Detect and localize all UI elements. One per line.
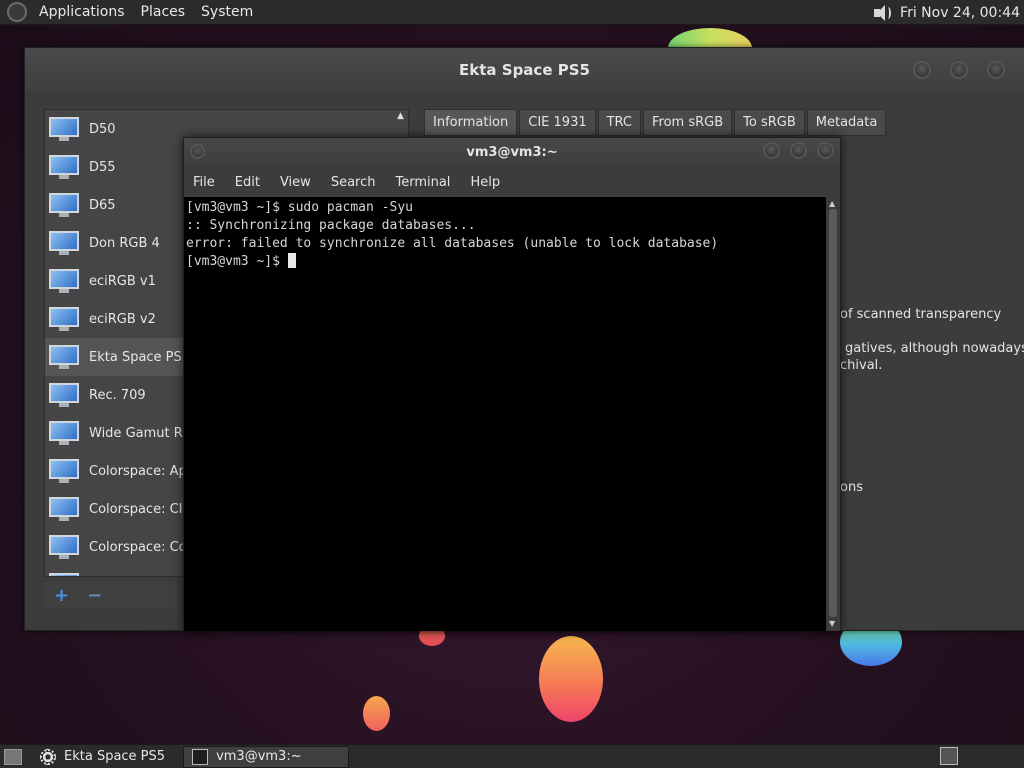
terminal-prompt: [vm3@vm3 ~]$ xyxy=(186,254,288,269)
maximize-button[interactable] xyxy=(790,142,807,159)
maximize-button[interactable] xyxy=(950,61,968,79)
monitor-icon xyxy=(48,267,80,295)
terminal-icon xyxy=(192,748,209,765)
terminal-scrollbar[interactable]: ▲ ▼ xyxy=(826,197,840,631)
text-cursor xyxy=(287,253,296,268)
show-desktop-icon[interactable] xyxy=(4,748,22,765)
taskbar-item-ekta[interactable]: Ekta Space PS5 xyxy=(32,746,173,768)
monitor-icon xyxy=(48,419,80,447)
taskbar-item-label: Ekta Space PS5 xyxy=(64,749,166,764)
menu-applications[interactable]: Applications xyxy=(35,4,129,20)
scrollbar-thumb[interactable] xyxy=(829,209,837,617)
monitor-icon xyxy=(48,343,80,371)
monitor-icon xyxy=(48,457,80,485)
top-panel: Applications Places System Fri Nov 24, 0… xyxy=(0,0,1024,25)
terminal-titlebar[interactable]: vm3@vm3:~ xyxy=(184,138,840,167)
tab-to-srgb[interactable]: To sRGB xyxy=(734,109,805,136)
info-text: gatives, although nowadays xyxy=(845,341,1024,356)
terminal-prompt-line: [vm3@vm3 ~]$ xyxy=(186,253,826,271)
bottom-panel: Ekta Space PS5 vm3@vm3:~ xyxy=(0,744,1024,768)
terminal-window: vm3@vm3:~ File Edit View Search Terminal… xyxy=(183,137,841,631)
scroll-up-arrow-icon[interactable]: ▲ xyxy=(829,199,835,208)
menu-file[interactable]: File xyxy=(193,175,215,190)
clock[interactable]: Fri Nov 24, 00:44 xyxy=(900,5,1020,21)
tab-information[interactable]: Information xyxy=(424,109,518,136)
close-button[interactable] xyxy=(817,142,834,159)
tab-cie-1931[interactable]: CIE 1931 xyxy=(519,109,596,136)
terminal-line: :: Synchronizing package databases... xyxy=(186,218,476,233)
window-title: Ekta Space PS5 xyxy=(459,61,590,79)
gear-icon xyxy=(40,748,56,765)
monitor-icon xyxy=(48,191,80,219)
menu-help[interactable]: Help xyxy=(470,175,500,190)
info-text: chival. xyxy=(840,358,883,373)
close-button[interactable] xyxy=(987,61,1005,79)
window-titlebar[interactable]: Ekta Space PS5 xyxy=(25,48,1024,92)
info-text: ons xyxy=(840,480,863,495)
menu-edit[interactable]: Edit xyxy=(235,175,260,190)
workspace-switcher[interactable] xyxy=(940,747,958,765)
tab-from-srgb[interactable]: From sRGB xyxy=(643,109,733,136)
volume-icon[interactable] xyxy=(872,4,892,22)
menu-terminal[interactable]: Terminal xyxy=(395,175,450,190)
minimize-button[interactable] xyxy=(913,61,931,79)
tab-metadata[interactable]: Metadata xyxy=(806,109,887,136)
menu-search[interactable]: Search xyxy=(331,175,376,190)
menu-view[interactable]: View xyxy=(280,175,311,190)
balloon-graphic xyxy=(539,636,603,722)
terminal-line: error: failed to synchronize all databas… xyxy=(186,236,719,251)
tab-bar: Information CIE 1931 TRC From sRGB To sR… xyxy=(424,109,888,136)
add-profile-button[interactable]: + xyxy=(54,585,69,606)
window-menu-icon[interactable] xyxy=(190,144,205,159)
monitor-icon xyxy=(48,381,80,409)
monitor-icon xyxy=(48,495,80,523)
distro-logo-icon[interactable] xyxy=(7,2,27,22)
monitor-icon xyxy=(48,153,80,181)
terminal-title: vm3@vm3:~ xyxy=(466,145,558,160)
tab-trc[interactable]: TRC xyxy=(597,109,642,136)
terminal-output[interactable]: [vm3@vm3 ~]$ sudo pacman -Syu :: Synchro… xyxy=(184,197,826,631)
minimize-button[interactable] xyxy=(763,142,780,159)
terminal-menubar: File Edit View Search Terminal Help xyxy=(184,167,840,197)
monitor-icon xyxy=(48,305,80,333)
monitor-icon xyxy=(48,229,80,257)
monitor-icon xyxy=(48,115,80,143)
terminal-line: [vm3@vm3 ~]$ sudo pacman -Syu xyxy=(186,200,413,215)
monitor-icon xyxy=(48,533,80,561)
scroll-down-arrow-icon[interactable]: ▼ xyxy=(829,619,835,628)
taskbar-item-terminal[interactable]: vm3@vm3:~ xyxy=(183,745,350,768)
remove-profile-button[interactable]: − xyxy=(87,585,102,606)
balloon-graphic xyxy=(363,696,390,731)
menu-system[interactable]: System xyxy=(197,4,257,20)
info-text: of scanned transparency xyxy=(840,307,1002,322)
menu-places[interactable]: Places xyxy=(137,4,190,20)
taskbar-item-label: vm3@vm3:~ xyxy=(216,749,302,764)
monitor-icon xyxy=(48,571,80,576)
scroll-up-arrow-icon[interactable]: ▲ xyxy=(397,111,407,121)
